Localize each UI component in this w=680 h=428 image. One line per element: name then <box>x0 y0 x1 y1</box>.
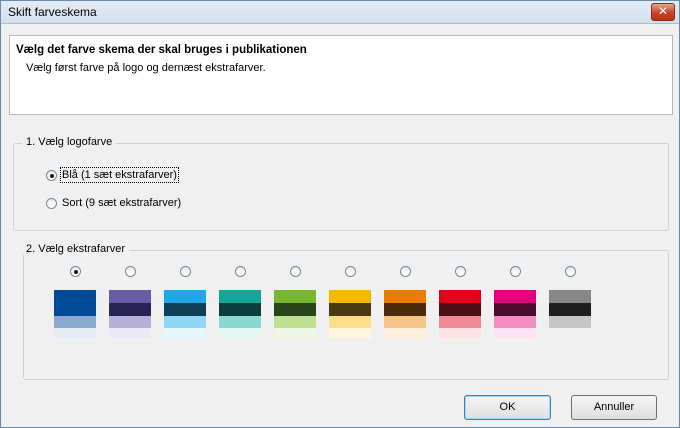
swatch-band <box>109 303 151 316</box>
logo-color-group: 1. Vælg logofarve Blå (1 sæt ekstrafarve… <box>13 136 669 231</box>
swatch-band <box>164 303 206 316</box>
swatch-band <box>494 328 536 338</box>
scheme-radio-2[interactable] <box>125 266 136 277</box>
swatch-band <box>384 316 426 328</box>
logo-color-legend: 1. Vælg logofarve <box>22 136 117 148</box>
color-swatch-4[interactable] <box>219 290 261 338</box>
color-swatch-8[interactable] <box>439 290 481 338</box>
swatch-band <box>329 316 371 328</box>
color-swatch-9[interactable] <box>494 290 536 338</box>
radio-black[interactable] <box>46 198 57 209</box>
scheme-radio-7[interactable] <box>400 266 411 277</box>
swatch-band <box>219 303 261 316</box>
dialog-window: Skift farveskema ✕ Vælg det farve skema … <box>0 0 680 428</box>
color-swatch-6[interactable] <box>329 290 371 338</box>
swatch-band <box>549 303 591 316</box>
scheme-radio-1[interactable] <box>70 266 81 277</box>
radio-black-label[interactable]: Sort (9 sæt ekstrafarver) <box>62 197 181 209</box>
color-swatch-2[interactable] <box>109 290 151 338</box>
swatch-band <box>549 328 591 338</box>
swatch-band <box>219 290 261 303</box>
swatch-band <box>329 303 371 316</box>
swatch-band <box>54 303 96 316</box>
scheme-radio-3[interactable] <box>180 266 191 277</box>
swatch-band <box>494 303 536 316</box>
title-bar: Skift farveskema ✕ <box>1 1 679 24</box>
swatch-band <box>384 290 426 303</box>
scheme-radio-6[interactable] <box>345 266 356 277</box>
swatch-band <box>274 303 316 316</box>
swatch-band <box>274 316 316 328</box>
swatch-band <box>494 290 536 303</box>
color-swatch-10[interactable] <box>549 290 591 338</box>
window-title: Skift farveskema <box>8 5 97 19</box>
instruction-header: Vælg det farve skema der skal bruges i p… <box>9 35 673 115</box>
color-swatch-5[interactable] <box>274 290 316 338</box>
scheme-radio-9[interactable] <box>510 266 521 277</box>
swatch-band <box>164 290 206 303</box>
swatch-band <box>274 290 316 303</box>
swatch-band <box>384 303 426 316</box>
swatch-band <box>329 328 371 338</box>
scheme-radio-10[interactable] <box>565 266 576 277</box>
swatch-band <box>549 290 591 303</box>
scheme-radio-5[interactable] <box>290 266 301 277</box>
swatch-band <box>439 316 481 328</box>
swatch-band <box>164 328 206 338</box>
swatch-band <box>274 328 316 338</box>
swatch-band <box>109 290 151 303</box>
ok-button[interactable]: OK <box>464 395 551 420</box>
swatch-band <box>549 316 591 328</box>
close-icon[interactable]: ✕ <box>651 3 675 21</box>
swatch-band <box>54 290 96 303</box>
swatch-band <box>164 316 206 328</box>
swatch-band <box>439 303 481 316</box>
swatch-band <box>219 328 261 338</box>
color-swatch-3[interactable] <box>164 290 206 338</box>
radio-blue-label[interactable]: Blå (1 sæt ekstrafarver) <box>60 167 179 183</box>
cancel-button[interactable]: Annuller <box>571 395 657 420</box>
scheme-radio-8[interactable] <box>455 266 466 277</box>
header-subtitle: Vælg først farve på logo og dernæst ekst… <box>26 62 266 74</box>
swatch-band <box>54 316 96 328</box>
swatch-band <box>54 328 96 338</box>
color-swatch-7[interactable] <box>384 290 426 338</box>
color-swatch-1[interactable] <box>54 290 96 338</box>
swatch-band <box>329 290 371 303</box>
scheme-radio-4[interactable] <box>235 266 246 277</box>
swatch-band <box>384 328 426 338</box>
swatch-band <box>219 316 261 328</box>
swatch-band <box>109 316 151 328</box>
extra-colors-legend: 2. Vælg ekstrafarver <box>22 243 130 255</box>
swatch-band <box>439 290 481 303</box>
swatch-band <box>439 328 481 338</box>
swatch-band <box>109 328 151 338</box>
radio-blue[interactable] <box>46 170 57 181</box>
swatch-band <box>494 316 536 328</box>
header-title: Vælg det farve skema der skal bruges i p… <box>16 44 307 56</box>
